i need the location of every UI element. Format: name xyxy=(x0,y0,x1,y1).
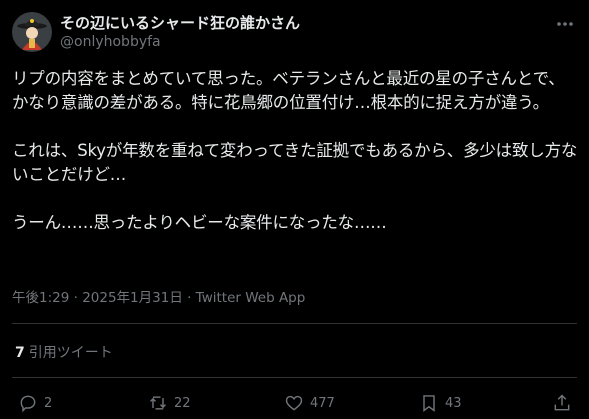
tweet-timestamp[interactable]: 午後1:29 · 2025年1月31日 · Twitter Web App xyxy=(12,286,305,306)
retweet-icon xyxy=(149,396,167,410)
like-count: 477 xyxy=(310,395,335,411)
divider xyxy=(12,323,577,324)
divider xyxy=(12,377,577,378)
retweet-button[interactable]: 22 xyxy=(148,392,191,414)
bookmark-button[interactable]: 43 xyxy=(419,392,462,414)
bookmark-count: 43 xyxy=(445,395,462,411)
share-button[interactable] xyxy=(552,392,572,414)
quote-tweets-link[interactable]: 7 引用ツイート xyxy=(15,342,113,362)
retweet-count: 22 xyxy=(174,395,191,411)
tweet-header: その辺にいるシャード狂の誰かさん @onlyhobbyfa xyxy=(12,12,577,54)
avatar[interactable] xyxy=(12,12,52,52)
reply-count: 2 xyxy=(44,395,53,411)
tweet-paragraph: うーん……思ったよりヘビーな案件になったな…… xyxy=(12,213,387,232)
quote-label: 引用ツイート xyxy=(28,345,113,361)
quote-count: 7 xyxy=(15,345,25,361)
like-button[interactable]: 477 xyxy=(284,392,335,414)
reply-button[interactable]: 2 xyxy=(18,392,52,414)
tweet: その辺にいるシャード狂の誰かさん @onlyhobbyfa リプの内容をまとめて… xyxy=(0,0,589,419)
tweet-paragraph: これは、Skyが年数を重ねて変わってきた証拠でもあるから、多少は致し方ないことだ… xyxy=(12,141,578,184)
like-icon xyxy=(285,395,303,411)
share-icon xyxy=(554,394,570,411)
display-name[interactable]: その辺にいるシャード狂の誰かさん xyxy=(60,12,300,33)
bookmark-icon xyxy=(423,395,435,412)
more-icon[interactable] xyxy=(555,14,575,34)
tweet-text: リプの内容をまとめていて思った。ベテランさんと最近の星の子さんとで、かなり意識の… xyxy=(12,67,578,235)
tweet-paragraph: リプの内容をまとめていて思った。ベテランさんと最近の星の子さんとで、かなり意識の… xyxy=(12,69,565,112)
reply-icon xyxy=(20,395,36,413)
user-handle[interactable]: @onlyhobbyfa xyxy=(60,34,161,50)
